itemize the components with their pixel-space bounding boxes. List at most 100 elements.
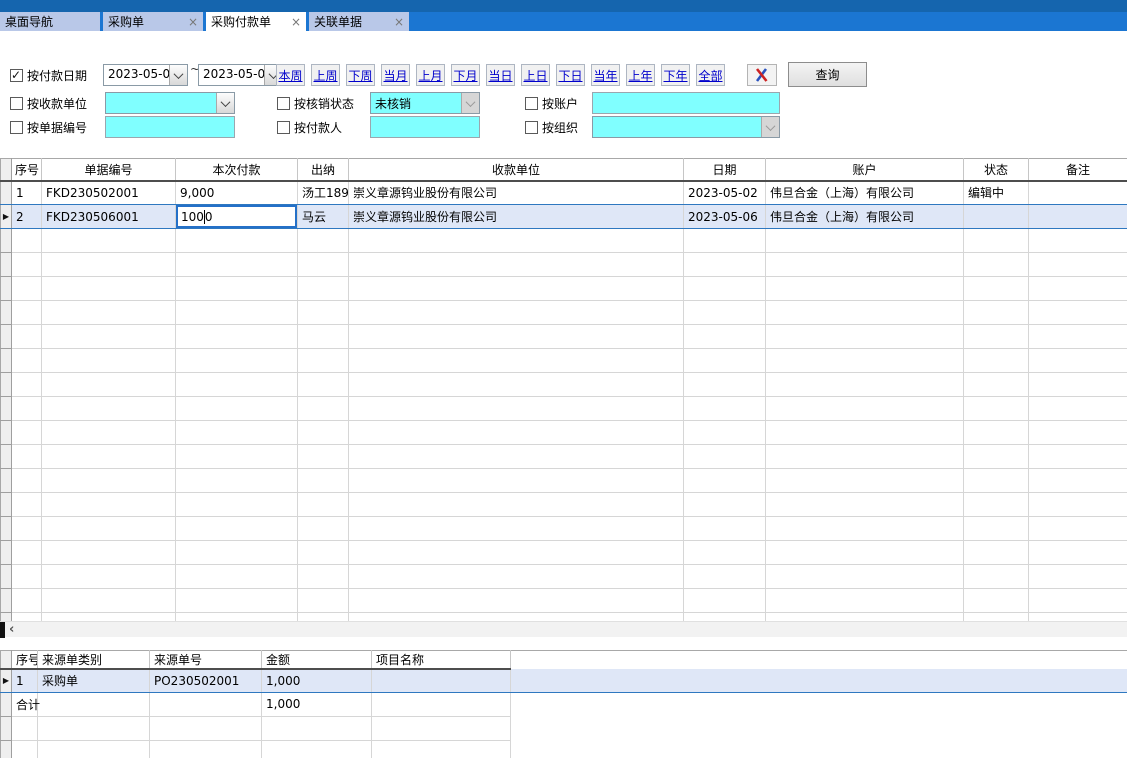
close-icon[interactable]: × — [392, 16, 404, 28]
cell-cashier[interactable]: 汤工1895 — [298, 181, 349, 205]
table-row-selected[interactable]: ▶ 1 采购单 PO230502001 1,000 — [1, 669, 1127, 692]
cell-status[interactable]: 编辑中 — [964, 181, 1029, 205]
filter-payer-toggle[interactable]: 按付款人 — [277, 116, 342, 138]
row-selector[interactable] — [1, 692, 12, 716]
payee-unit-select[interactable] — [105, 92, 235, 114]
column-header[interactable]: 收款单位 — [349, 159, 684, 181]
table-row[interactable]: 1 FKD230502001 9,000 汤工1895 崇义章源钨业股份有限公司… — [1, 181, 1127, 205]
row-selector[interactable] — [1, 181, 12, 205]
account-input[interactable] — [592, 92, 780, 114]
cell-payee[interactable]: 崇义章源钨业股份有限公司 — [349, 181, 684, 205]
current-row-marker-icon[interactable]: ▶ — [1, 205, 12, 229]
column-header[interactable]: 序号 — [12, 651, 38, 670]
clear-filter-button[interactable] — [747, 64, 777, 86]
cell-doc-no[interactable]: FKD230506001 — [42, 205, 176, 229]
quick-date-button[interactable]: 下月 — [451, 64, 480, 86]
row-selector-header[interactable] — [1, 651, 12, 670]
quick-date-button[interactable]: 当日 — [486, 64, 515, 86]
payee-unit-value[interactable] — [106, 93, 216, 113]
column-header[interactable]: 本次付款 — [176, 159, 298, 181]
column-header[interactable]: 出纳 — [298, 159, 349, 181]
column-header[interactable]: 项目名称 — [372, 651, 511, 670]
chevron-down-icon[interactable] — [169, 65, 187, 85]
cell-seq[interactable]: 1 — [12, 669, 38, 692]
scrollbar-thumb[interactable] — [0, 622, 5, 638]
filter-verify-state-toggle[interactable]: 按核销状态 — [277, 92, 354, 114]
quick-date-button[interactable]: 上周 — [311, 64, 340, 86]
cell-remark[interactable] — [1029, 205, 1127, 229]
column-header[interactable]: 序号 — [12, 159, 42, 181]
column-header[interactable]: 日期 — [684, 159, 766, 181]
filter-payee-unit-toggle[interactable]: 按收款单位 — [10, 92, 87, 114]
cell-seq[interactable]: 1 — [12, 181, 42, 205]
cell-seq[interactable]: 2 — [12, 205, 42, 229]
filter-doc-no-toggle[interactable]: 按单据编号 — [10, 116, 87, 138]
tab-3[interactable]: 采购付款单× — [206, 12, 306, 31]
quick-date-button[interactable]: 当月 — [381, 64, 410, 86]
amount-cell-editor[interactable]: 1000 — [176, 205, 297, 228]
filter-org-toggle[interactable]: 按组织 — [525, 116, 578, 138]
date-from-value[interactable]: 2023-05-01 — [104, 65, 169, 85]
checkbox-icon[interactable] — [10, 97, 23, 110]
scroll-left-icon[interactable]: ‹ — [9, 622, 14, 638]
chevron-down-icon[interactable] — [216, 93, 234, 113]
checkbox-icon[interactable] — [10, 121, 23, 134]
checkbox-icon[interactable] — [525, 97, 538, 110]
column-header[interactable]: 备注 — [1029, 159, 1127, 181]
quick-date-button[interactable]: 下周 — [346, 64, 375, 86]
verify-state-select[interactable]: 未核销 — [370, 92, 480, 114]
checkbox-checked-icon[interactable] — [10, 69, 23, 82]
cell-doc-no[interactable]: FKD230502001 — [42, 181, 176, 205]
cell-amount-editing[interactable]: 1000 — [176, 205, 298, 229]
quick-date-button[interactable]: 全部 — [696, 64, 725, 86]
cell-date[interactable]: 2023-05-02 — [684, 181, 766, 205]
column-header[interactable]: 金额 — [262, 651, 372, 670]
cell-cashier[interactable]: 马云 — [298, 205, 349, 229]
cell-payee[interactable]: 崇义章源钨业股份有限公司 — [349, 205, 684, 229]
filter-date-toggle[interactable]: 按付款日期 — [10, 64, 87, 86]
cell-date[interactable]: 2023-05-06 — [684, 205, 766, 229]
column-header[interactable]: 账户 — [766, 159, 964, 181]
org-select[interactable] — [592, 116, 780, 138]
payer-input[interactable] — [370, 116, 480, 138]
quick-date-button[interactable]: 下年 — [661, 64, 690, 86]
date-to-select[interactable]: 2023-05-06 — [198, 64, 283, 86]
checkbox-icon[interactable] — [277, 121, 290, 134]
quick-date-button[interactable]: 当年 — [591, 64, 620, 86]
tab-1[interactable]: 桌面导航 — [0, 12, 100, 31]
column-header[interactable]: 来源单类别 — [38, 651, 150, 670]
quick-date-button[interactable]: 上月 — [416, 64, 445, 86]
org-value[interactable] — [593, 117, 761, 137]
quick-date-button[interactable]: 上年 — [626, 64, 655, 86]
column-header[interactable]: 来源单号 — [150, 651, 262, 670]
date-from-select[interactable]: 2023-05-01 — [103, 64, 188, 86]
cell-amount[interactable]: 1,000 — [262, 669, 372, 692]
column-header[interactable]: 状态 — [964, 159, 1029, 181]
doc-no-input[interactable] — [105, 116, 235, 138]
checkbox-icon[interactable] — [277, 97, 290, 110]
tab-2[interactable]: 采购单× — [103, 12, 203, 31]
verify-state-value[interactable]: 未核销 — [371, 93, 461, 113]
close-icon[interactable]: × — [289, 16, 301, 28]
current-row-marker-icon[interactable]: ▶ — [1, 669, 12, 692]
cell-source-no[interactable]: PO230502001 — [150, 669, 262, 692]
cell-source-type[interactable]: 采购单 — [38, 669, 150, 692]
cell-account[interactable]: 伟旦合金（上海）有限公司 — [766, 205, 964, 229]
quick-date-button[interactable]: 本周 — [276, 64, 305, 86]
filter-account-toggle[interactable]: 按账户 — [525, 92, 578, 114]
cell-account[interactable]: 伟旦合金（上海）有限公司 — [766, 181, 964, 205]
close-icon[interactable]: × — [186, 16, 198, 28]
query-button[interactable]: 查询 — [788, 62, 867, 87]
table-row-selected[interactable]: ▶ 2 FKD230506001 1000 马云 崇义章源钨业股份有限公司 20… — [1, 205, 1127, 229]
cell-status[interactable] — [964, 205, 1029, 229]
row-selector-header[interactable] — [1, 159, 12, 181]
quick-date-button[interactable]: 下日 — [556, 64, 585, 86]
cell-remark[interactable] — [1029, 181, 1127, 205]
cell-amount[interactable]: 9,000 — [176, 181, 298, 205]
quick-date-button[interactable]: 上日 — [521, 64, 550, 86]
checkbox-icon[interactable] — [525, 121, 538, 134]
horizontal-scrollbar[interactable]: ‹ — [0, 621, 1127, 637]
tab-4[interactable]: 关联单据× — [309, 12, 409, 31]
date-to-value[interactable]: 2023-05-06 — [199, 65, 264, 85]
column-header[interactable]: 单据编号 — [42, 159, 176, 181]
